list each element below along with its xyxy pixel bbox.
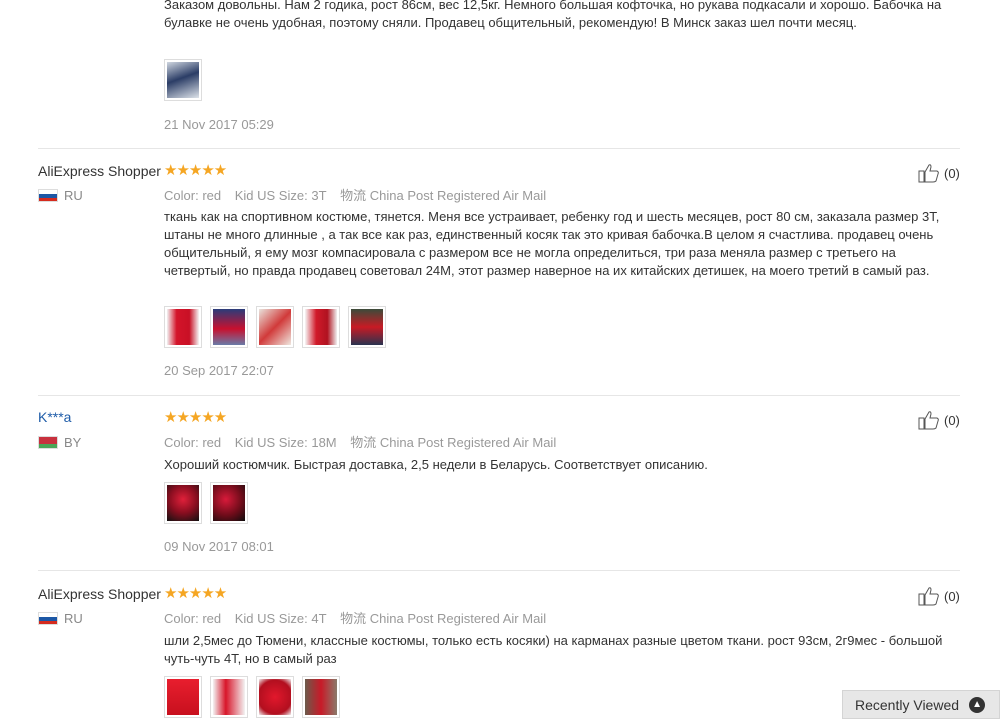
color-label: Color: [164, 188, 199, 203]
star-rating: ★★★★★ [164, 585, 227, 602]
review-divider [38, 570, 960, 571]
review-photo[interactable] [164, 676, 202, 718]
review-photo[interactable] [210, 676, 248, 718]
shipping-label: 物流 [340, 188, 367, 203]
color-value: red [202, 611, 222, 626]
color-label: Color: [164, 611, 199, 626]
helpful-button[interactable]: (0) [918, 410, 960, 430]
star-rating: ★★★★★ [164, 409, 227, 426]
review-text: ткань как на спортивном костюме, тянется… [164, 209, 940, 278]
review-author: AliExpress Shopper [38, 586, 161, 602]
review-date: 09 Nov 2017 08:01 [164, 539, 274, 554]
size-value: 3T [311, 188, 327, 203]
order-attributes: Color: red Kid US Size: 18M 物流 China Pos… [164, 432, 566, 451]
review-date: 21 Nov 2017 05:29 [164, 117, 274, 132]
review-photo[interactable] [164, 306, 202, 348]
review-text: Хороший костюмчик. Быстрая доставка, 2,5… [164, 457, 708, 472]
shipping-value: China Post Registered Air Mail [379, 435, 557, 450]
recently-viewed-label: Recently Viewed [855, 696, 960, 713]
review-photo[interactable] [210, 482, 248, 524]
review-divider [38, 395, 960, 396]
review-country: RU [38, 611, 83, 626]
review-photo[interactable] [348, 306, 386, 348]
color-label: Color: [164, 435, 199, 450]
russia-flag-icon [38, 189, 58, 202]
helpful-count: (0) [944, 165, 960, 181]
country-code: RU [64, 611, 83, 626]
review-text: шли 2,5мес до Тюмени, классные костюмы, … [164, 633, 943, 666]
recently-viewed-button[interactable]: Recently Viewed ▲ [842, 690, 1000, 719]
review-photos [164, 306, 386, 348]
helpful-button[interactable]: (0) [918, 163, 960, 183]
review-photo[interactable] [210, 306, 248, 348]
review-photo[interactable] [256, 306, 294, 348]
reviews-page: Заказом довольны. Нам 2 годика, рост 86с… [0, 0, 1000, 719]
country-code: BY [64, 435, 82, 450]
size-value: 18M [311, 435, 337, 450]
russia-flag-icon [38, 612, 58, 625]
color-value: red [202, 435, 222, 450]
review-photos [164, 482, 248, 524]
shipping-value: China Post Registered Air Mail [369, 611, 547, 626]
thumbs-up-icon [918, 587, 939, 606]
size-label: Kid US Size: [234, 435, 308, 450]
size-label: Kid US Size: [234, 611, 308, 626]
shipping-value: China Post Registered Air Mail [369, 188, 547, 203]
shipping-label: 物流 [350, 435, 377, 450]
helpful-count: (0) [944, 588, 960, 604]
helpful-count: (0) [944, 412, 960, 428]
star-rating: ★★★★★ [164, 162, 227, 179]
size-value: 4T [311, 611, 327, 626]
order-attributes: Color: red Kid US Size: 4T 物流 China Post… [164, 608, 556, 627]
chevron-up-icon: ▲ [969, 696, 986, 713]
review-country: BY [38, 435, 81, 450]
review-date: 20 Sep 2017 22:07 [164, 363, 274, 378]
size-label: Kid US Size: [234, 188, 308, 203]
helpful-button[interactable]: (0) [918, 586, 960, 606]
shipping-label: 物流 [340, 611, 367, 626]
review-photo[interactable] [302, 676, 340, 718]
review-text: Заказом довольны. Нам 2 годика, рост 86с… [164, 0, 942, 30]
color-value: red [202, 188, 222, 203]
review-divider [38, 148, 960, 149]
review-photo[interactable] [164, 482, 202, 524]
review-photo[interactable] [256, 676, 294, 718]
review-photos [164, 59, 202, 101]
review-photo[interactable] [302, 306, 340, 348]
review-country: RU [38, 188, 83, 203]
thumbs-up-icon [918, 411, 939, 430]
order-attributes: Color: red Kid US Size: 3T 物流 China Post… [164, 185, 556, 204]
thumbs-up-icon [918, 164, 939, 183]
review-photos [164, 676, 340, 718]
review-author[interactable]: K***a [38, 409, 71, 425]
country-code: RU [64, 188, 83, 203]
review-photo[interactable] [164, 59, 202, 101]
review-author: AliExpress Shopper [38, 163, 161, 179]
belarus-flag-icon [38, 436, 58, 449]
